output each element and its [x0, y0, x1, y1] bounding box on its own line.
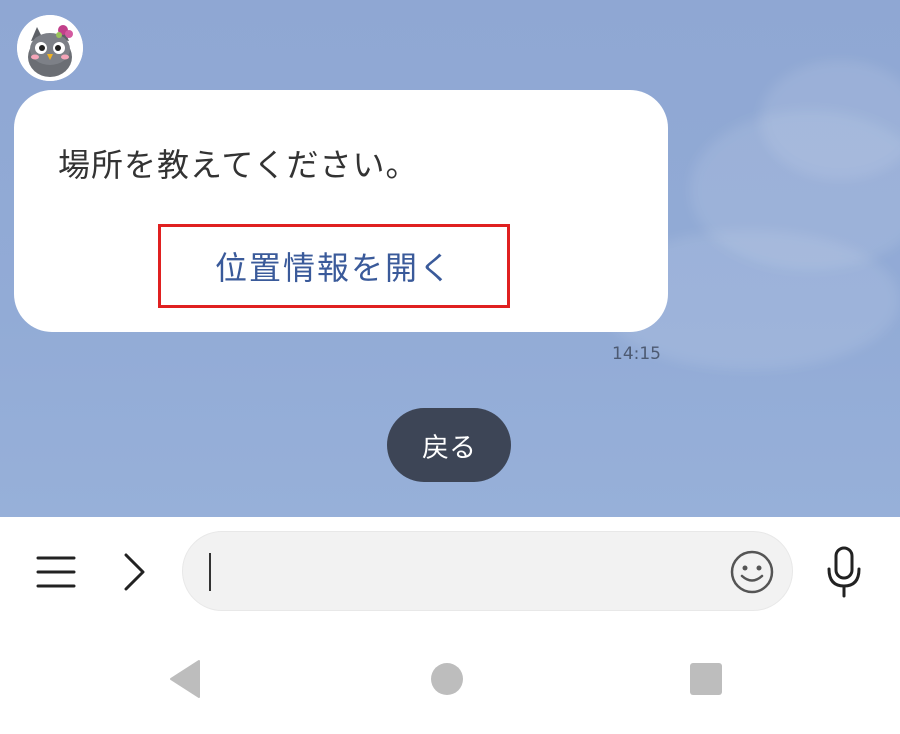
owl-avatar-icon [17, 15, 83, 81]
chevron-right-icon [124, 553, 145, 591]
back-quick-reply-button[interactable]: 戻る [387, 408, 511, 482]
open-location-button[interactable]: 位置情報を開く [158, 224, 510, 308]
message-timestamp: 14:15 [612, 344, 661, 364]
message-input[interactable] [182, 531, 793, 611]
nav-recent-apps-button[interactable] [683, 656, 729, 702]
bot-avatar[interactable] [17, 15, 83, 81]
message-text: 場所を教えてください。 [58, 146, 419, 184]
voice-input-button[interactable] [818, 543, 870, 601]
chat-screen: 場所を教えてください。 位置情報を開く 14:15 戻る [0, 0, 900, 734]
nav-home-button[interactable] [424, 656, 470, 702]
emoji-button[interactable] [726, 548, 778, 596]
microphone-icon [827, 546, 861, 598]
hamburger-menu-icon [36, 556, 76, 588]
nav-back-button[interactable] [160, 656, 210, 702]
smiley-icon [730, 550, 774, 594]
expand-button[interactable] [110, 548, 156, 596]
text-caret [209, 553, 211, 591]
square-recent-icon [690, 663, 722, 695]
circle-home-icon [431, 663, 463, 695]
open-location-label: 位置情報を開く [214, 249, 453, 287]
back-quick-reply-label: 戻る [422, 432, 476, 464]
menu-button[interactable] [30, 548, 82, 596]
triangle-back-icon [170, 660, 200, 698]
